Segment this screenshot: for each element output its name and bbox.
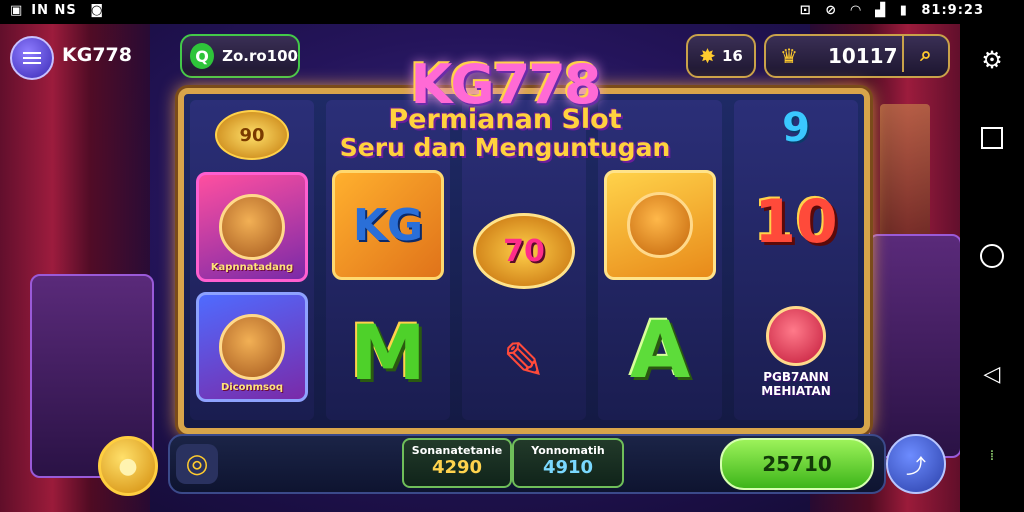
kg-tile-symbol: KG — [332, 170, 444, 280]
notification-icon: ▣ — [10, 3, 24, 18]
balance-display[interactable]: ♛ 10117 ⌕ — [764, 34, 950, 78]
monkey-face-icon — [627, 192, 693, 258]
menu-icon — [23, 49, 41, 67]
square-icon — [981, 127, 1003, 149]
lion-face-icon — [219, 314, 285, 380]
gear-icon: ⚙ — [981, 46, 1003, 74]
dots-icon: ⁞ — [989, 448, 995, 464]
circle-icon — [980, 244, 1004, 268]
home-button[interactable] — [960, 236, 1024, 276]
right-arcade-machine — [868, 234, 960, 458]
reel-1: 90 Kapnnatadang Diconmsoq — [190, 100, 314, 420]
stat-2-value: 4910 — [542, 457, 594, 478]
spin-button[interactable]: ● — [98, 436, 158, 496]
coin-icon: Q — [190, 43, 215, 69]
brand-name: KG778 — [62, 44, 132, 66]
background-tower — [880, 104, 930, 234]
m-tile-symbol: M — [332, 290, 444, 414]
gems-display[interactable]: ✸ 16 — [686, 34, 756, 78]
gems-value: 16 — [721, 47, 743, 65]
status-left: ▣ IN NS ◙ — [10, 3, 112, 18]
crown-icon: ♛ — [780, 44, 798, 68]
stat-panel-1: Sonanatetanie 4290 — [402, 438, 512, 488]
back-icon: ◁ — [983, 361, 1001, 387]
ten-symbol: 10 — [740, 170, 852, 274]
lion-card: Kapnnatadang — [196, 172, 308, 282]
devil-symbol: PGB7ANN MEHIATAN — [740, 292, 852, 412]
nine-symbol: 9 — [740, 100, 852, 156]
balance-value: 10117 — [827, 44, 898, 68]
m-tile-text: M — [350, 307, 426, 397]
kg-tile-text: KG — [352, 199, 424, 251]
win-value: 25710 — [762, 452, 832, 476]
battery-icon: ▮ — [899, 3, 908, 18]
app-icon: ◙ — [90, 3, 104, 18]
system-nav-bar: ⚙ ◁ ⁞ — [960, 24, 1024, 512]
ten-text: 10 — [754, 187, 838, 257]
devil-symbol-label: PGB7ANN MEHIATAN — [761, 370, 831, 398]
reel-5: 9 10 PGB7ANN MEHIATAN — [734, 100, 858, 420]
coin-symbol-value: 90 — [215, 110, 289, 160]
wand-icon: ✎ — [502, 332, 546, 392]
seventy-coin-symbol: 70 — [468, 196, 580, 306]
stat-2-label: Yonnomatih — [531, 444, 605, 457]
game-scene: KG778 Q Zo.ro100 ✸ 16 ♛ 10117 ⌕ 90 Kapnn… — [0, 24, 960, 512]
coins-value: Zo.ro100 — [222, 47, 298, 65]
title-line-1: Permianan Slot — [388, 104, 622, 135]
auto-play-button[interactable]: ⤴ — [886, 434, 946, 494]
settings-button[interactable]: ⚙ — [960, 40, 1024, 80]
seventy-coin-text: 70 — [503, 233, 545, 269]
recents-button[interactable] — [960, 118, 1024, 158]
status-right: ⊡ ⊘ ◠ ▟ ▮ 81:9:23 — [800, 3, 984, 18]
lion-card-label: Kapnnatadang — [210, 262, 294, 273]
status-left-text: IN NS — [31, 3, 77, 18]
stat-1-label: Sonanatetanie — [411, 444, 503, 457]
monkey-symbol — [604, 170, 716, 280]
stat-panel-2: Yonnomatih 4910 — [512, 438, 624, 488]
vibrate-icon: ⊡ — [799, 3, 812, 18]
menu-button[interactable] — [10, 36, 54, 80]
wifi-icon: ◠ — [850, 3, 862, 18]
win-button[interactable]: 25710 — [720, 438, 874, 490]
a-letter-text: A — [629, 306, 691, 396]
nine-text: 9 — [782, 105, 810, 151]
more-options-button[interactable]: ⁞ — [960, 436, 1024, 476]
wand-symbol: ✎ — [468, 312, 580, 412]
coin-symbol: 90 — [196, 100, 308, 170]
auto-icon: ⤴ — [906, 453, 926, 478]
spin-icon: ● — [118, 453, 138, 479]
lion-face-icon — [219, 194, 285, 260]
game-title: KG778 Permianan Slot Seru dan Menguntuga… — [330, 58, 680, 162]
lion-card-label: Diconmsoq — [220, 382, 284, 393]
lion-card: Diconmsoq — [196, 292, 308, 402]
coin-selector-button[interactable]: ◎ — [176, 444, 218, 484]
devil-face-icon — [766, 306, 826, 366]
coin-icon: ◎ — [185, 449, 209, 479]
status-bar: ▣ IN NS ◙ ⊡ ⊘ ◠ ▟ ▮ 81:9:23 — [0, 0, 1024, 24]
stat-1-value: 4290 — [431, 457, 483, 478]
signal-icon: ▟ — [875, 3, 887, 18]
gem-icon: ✸ — [699, 44, 716, 68]
mute-icon: ⊘ — [825, 3, 838, 18]
a-letter-symbol: A — [604, 296, 716, 406]
title-line-2: Seru dan Menguntugan — [339, 133, 671, 162]
clock: 81:9:23 — [921, 3, 984, 18]
back-button[interactable]: ◁ — [960, 354, 1024, 394]
search-icon[interactable]: ⌕ — [902, 36, 948, 72]
coins-display[interactable]: Q Zo.ro100 — [180, 34, 300, 78]
